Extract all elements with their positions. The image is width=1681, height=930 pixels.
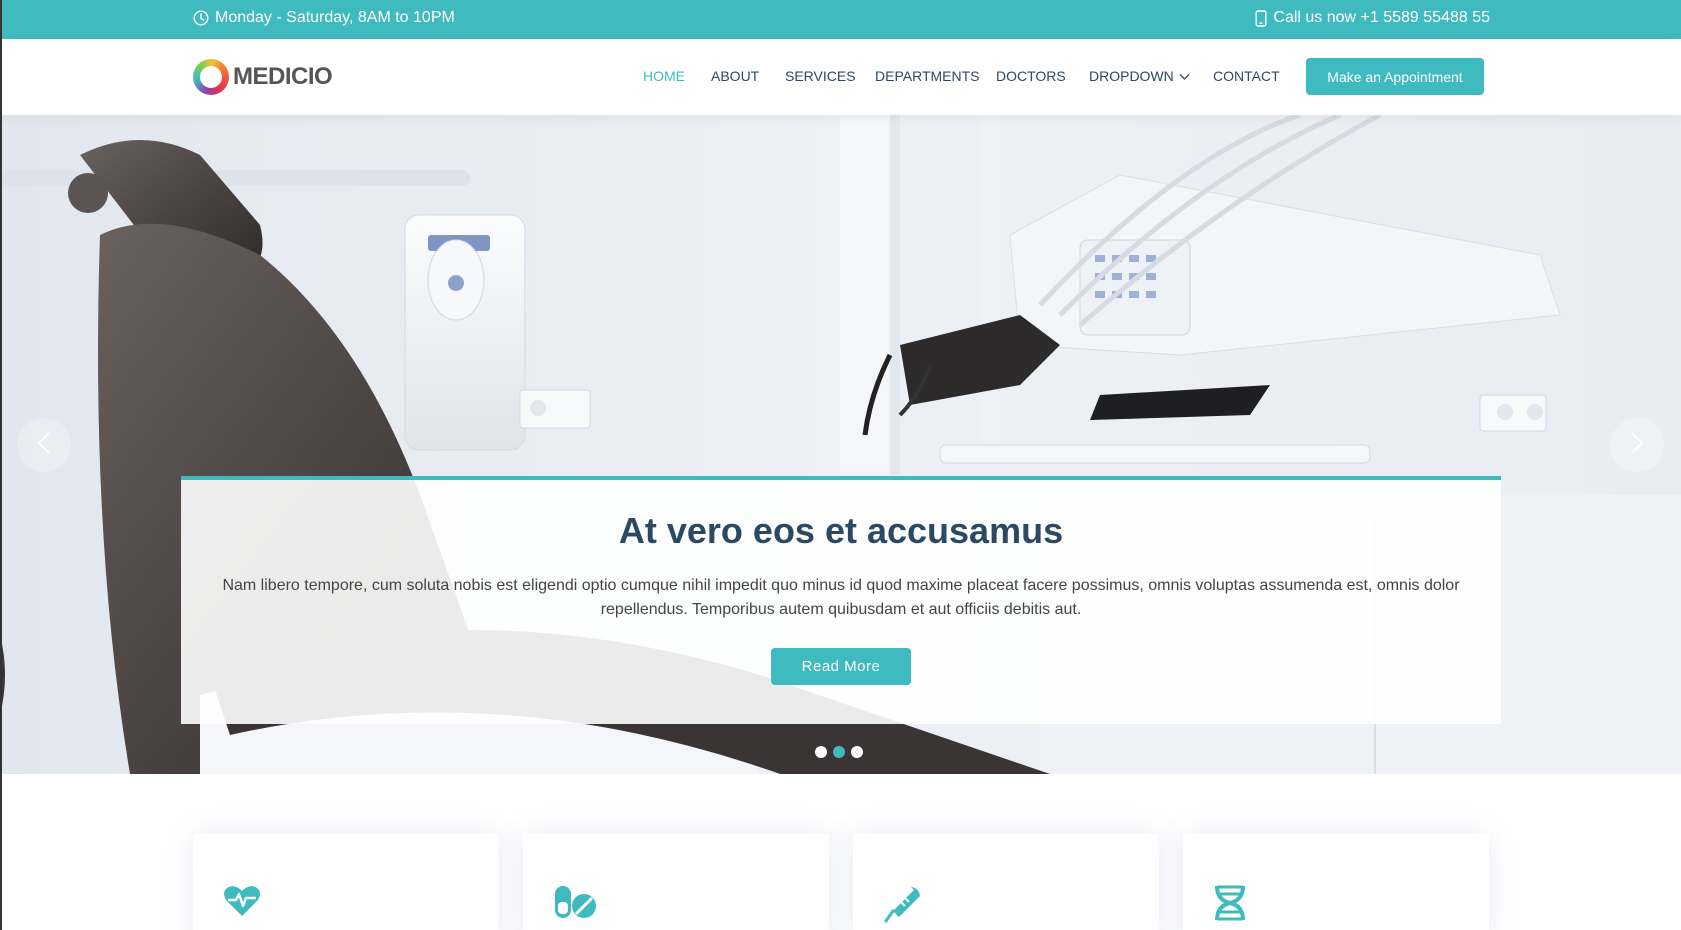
chevron-left-icon <box>37 431 51 460</box>
carousel-next-button[interactable] <box>1610 418 1664 472</box>
feature-card[interactable] <box>523 834 829 930</box>
hero-carousel: At vero eos et accusamus Nam libero temp… <box>0 115 1681 774</box>
heart-pulse-icon <box>223 884 261 923</box>
site-header: MEDICIO HOME ABOUT SERVICES DEPARTMENTS … <box>0 39 1681 115</box>
chevron-right-icon <box>1630 431 1644 460</box>
carousel-indicator-2[interactable] <box>833 746 845 758</box>
capsule-pill-icon <box>553 884 597 925</box>
top-bar: Monday - Saturday, 8AM to 10PM Call us n… <box>0 0 1681 39</box>
read-more-button[interactable]: Read More <box>771 648 911 685</box>
nav-about-label: ABOUT <box>711 68 760 84</box>
clock-icon <box>193 10 209 26</box>
slide-caption: At vero eos et accusamus Nam libero temp… <box>181 476 1501 724</box>
feature-card[interactable] <box>1183 834 1489 930</box>
dna-icon <box>1213 884 1247 927</box>
slide-description: Nam libero tempore, cum soluta nobis est… <box>222 577 1460 618</box>
call-us[interactable]: Call us now +1 5589 55488 55 <box>1255 9 1490 27</box>
window-edge <box>0 0 2 930</box>
feature-card[interactable] <box>853 834 1159 930</box>
nav-departments-label: DEPARTMENTS <box>875 68 980 84</box>
phone-text[interactable]: Call us now +1 5589 55488 55 <box>1273 9 1490 27</box>
nav-dropdown[interactable]: DROPDOWN <box>1089 68 1190 84</box>
business-hours: Monday - Saturday, 8AM to 10PM <box>193 9 455 27</box>
slide-title: At vero eos et accusamus <box>618 510 1064 551</box>
carousel-indicator-1[interactable] <box>815 746 827 758</box>
chevron-down-icon <box>1179 68 1190 84</box>
nav-services[interactable]: SERVICES <box>785 68 856 84</box>
carousel-prev-button[interactable] <box>17 418 71 472</box>
phone-icon <box>1255 9 1267 27</box>
carousel-indicators <box>815 746 863 758</box>
nav-contact[interactable]: CONTACT <box>1213 68 1280 84</box>
logo[interactable]: MEDICIO <box>193 59 333 95</box>
nav-dropdown-label: DROPDOWN <box>1089 68 1174 84</box>
nav-home-label: HOME <box>643 68 685 84</box>
nav-services-label: SERVICES <box>785 68 856 84</box>
make-appointment-button[interactable]: Make an Appointment <box>1306 58 1484 95</box>
thermometer-icon <box>883 884 923 929</box>
logo-ring-icon <box>193 59 229 95</box>
nav-doctors[interactable]: DOCTORS <box>996 68 1066 84</box>
nav-home[interactable]: HOME <box>643 68 685 84</box>
carousel-indicator-3[interactable] <box>851 746 863 758</box>
nav-doctors-label: DOCTORS <box>996 68 1066 84</box>
hours-text: Monday - Saturday, 8AM to 10PM <box>215 9 455 26</box>
nav-departments[interactable]: DEPARTMENTS <box>875 68 980 84</box>
nav-contact-label: CONTACT <box>1213 68 1280 84</box>
nav-about[interactable]: ABOUT <box>711 68 759 84</box>
feature-card[interactable] <box>193 834 499 930</box>
logo-text: MEDICIO <box>233 63 333 90</box>
